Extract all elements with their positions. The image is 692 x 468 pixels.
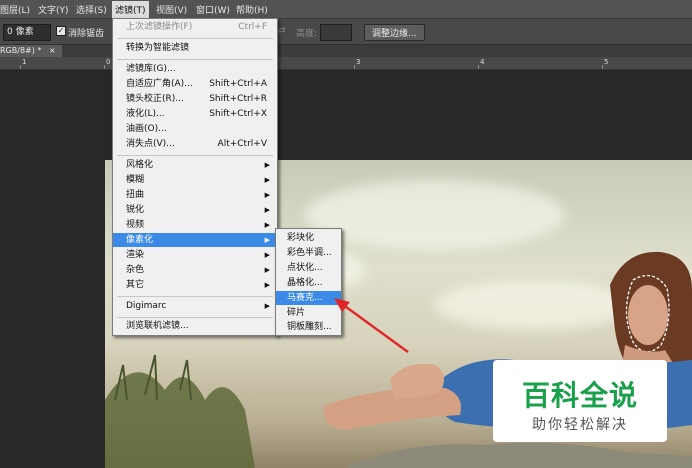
annotation-arrow-line	[341, 303, 409, 353]
watermark-logo: 百科全说 助你轻松解决	[493, 360, 667, 442]
annotation-arrow-head	[334, 298, 350, 312]
watermark-subtitle: 助你轻松解决	[532, 417, 628, 433]
watermark-title: 百科全说	[521, 379, 638, 412]
